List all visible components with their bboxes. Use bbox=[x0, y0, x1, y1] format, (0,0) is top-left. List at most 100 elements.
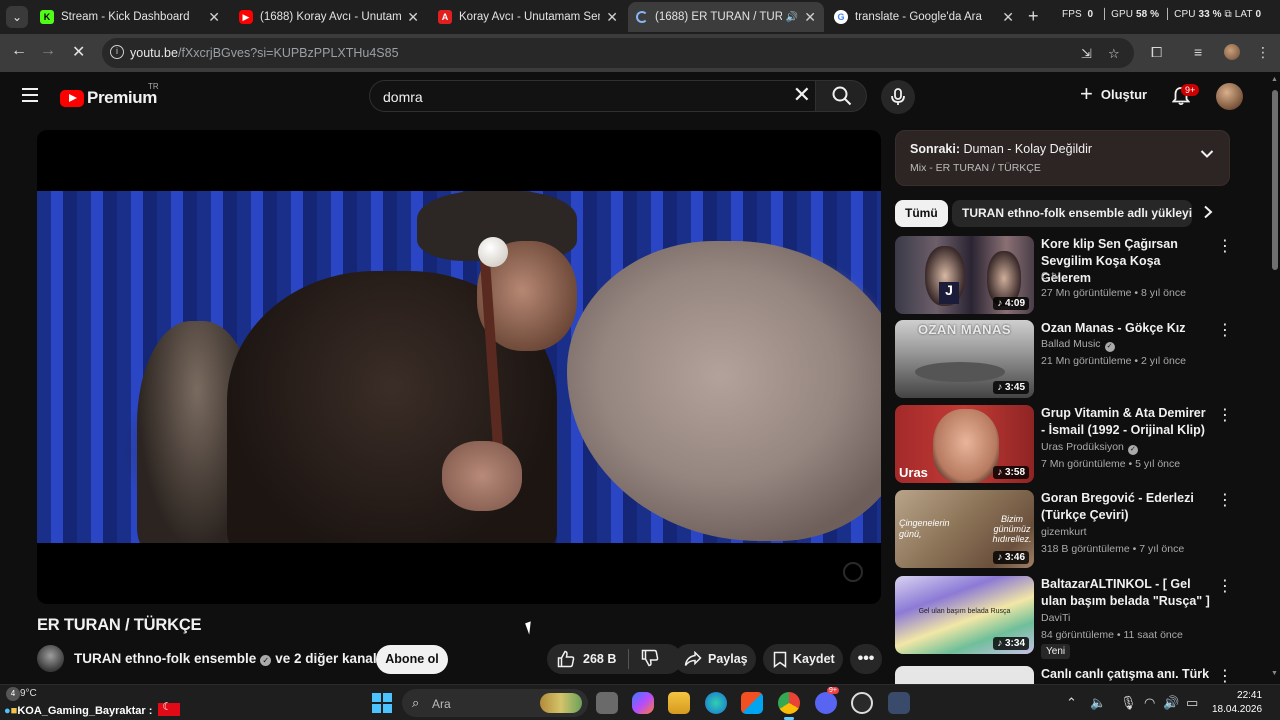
chevron-down-icon[interactable] bbox=[1200, 146, 1214, 162]
install-app-icon[interactable]: ⇲ bbox=[1081, 46, 1092, 62]
channel-watermark-icon[interactable] bbox=[843, 562, 863, 582]
dislike-button[interactable] bbox=[641, 649, 659, 670]
scroll-up-arrow-icon[interactable]: ▲ bbox=[1271, 76, 1278, 83]
tab-google-translate-search[interactable]: G translate - Google'da Ara ✕ bbox=[826, 4, 1022, 30]
forward-arrow-icon[interactable]: → bbox=[40, 42, 56, 60]
rec-channel-row[interactable]: Uras Prodüksiyon ✓ bbox=[1041, 441, 1138, 455]
guide-menu-icon[interactable] bbox=[22, 88, 38, 102]
rec-channel[interactable]: Ballad Music bbox=[1041, 338, 1101, 350]
vertical-dots-icon[interactable]: ⋮ bbox=[1217, 236, 1233, 256]
vertical-dots-icon[interactable]: ⋮ bbox=[1217, 405, 1233, 425]
close-tab-icon[interactable]: ✕ bbox=[1002, 9, 1014, 26]
chrome-menu-icon[interactable]: ⋮ bbox=[1256, 44, 1270, 61]
account-avatar[interactable] bbox=[1216, 83, 1243, 110]
task-view-icon[interactable] bbox=[596, 692, 618, 714]
battery-icon[interactable]: ▭ bbox=[1186, 695, 1198, 711]
bookmark-star-icon[interactable]: ☆ bbox=[1108, 46, 1120, 62]
windows-start-icon[interactable] bbox=[372, 693, 392, 713]
voice-search-button[interactable] bbox=[881, 80, 915, 114]
microphone-tray-icon[interactable]: 🎙 bbox=[1120, 695, 1137, 711]
page-scrollbar[interactable]: ▲ ▼ bbox=[1270, 72, 1280, 684]
close-tab-icon[interactable]: ✕ bbox=[804, 9, 816, 26]
channel-name-row[interactable]: TURAN ethno-folk ensemble ✓ ve 2 diğer kan… bbox=[74, 651, 377, 666]
scrollbar-thumb[interactable] bbox=[1272, 90, 1278, 270]
create-button[interactable]: + Oluştur bbox=[1080, 83, 1147, 105]
new-tab-button[interactable]: + bbox=[1028, 6, 1039, 27]
tab-kick-dashboard[interactable]: K Stream - Kick Dashboard ✕ bbox=[32, 4, 228, 30]
audio-app-icon[interactable] bbox=[888, 692, 910, 714]
volume-icon[interactable]: 🔊 bbox=[1163, 695, 1179, 711]
recommended-video[interactable]: OZAN MANAS ♪ 3:45 Ozan Manas - Gökçe Kız… bbox=[895, 320, 1235, 400]
vertical-dots-icon[interactable]: ⋮ bbox=[1217, 666, 1233, 684]
taskbar-search[interactable]: ⌕ Ara bbox=[402, 689, 588, 717]
rec-title[interactable]: Canlı canlı çatışma anı. Türk bbox=[1041, 666, 1211, 683]
youtube-premium-logo[interactable]: Premium TR bbox=[60, 82, 159, 108]
url-text[interactable]: youtu.be/fXxcrjBGves?si=KUPBzPPLXTHu4S85 bbox=[130, 46, 399, 60]
playlist-next-panel[interactable]: Sonraki: Duman - Kolay Değildir Mix - ER… bbox=[895, 130, 1230, 186]
site-info-icon[interactable]: i bbox=[110, 45, 124, 59]
tray-overflow-icon[interactable]: ⌃ bbox=[1066, 695, 1077, 711]
audio-playing-icon[interactable]: 🔊 bbox=[786, 12, 798, 23]
close-tab-icon[interactable]: ✕ bbox=[606, 9, 618, 26]
subscribe-button[interactable]: Abone ol bbox=[376, 645, 448, 674]
taskbar-clock[interactable]: 22:41 18.04.2026 bbox=[1212, 689, 1262, 717]
chevron-right-icon[interactable] bbox=[1203, 205, 1213, 222]
scroll-down-arrow-icon[interactable]: ▼ bbox=[1271, 670, 1278, 677]
recommended-video[interactable]: J ♪ 4:09 Kore klip Sen Çağırsan Sevgilim… bbox=[895, 236, 1235, 316]
reading-list-icon[interactable]: ≡ bbox=[1194, 44, 1202, 60]
rec-channel[interactable]: gizemkurt bbox=[1041, 526, 1087, 538]
file-explorer-icon[interactable] bbox=[668, 692, 690, 714]
rec-title[interactable]: Kore klip Sen Çağırsan Sevgilim Koşa Koş… bbox=[1041, 236, 1211, 287]
rec-channel[interactable]: DaviTi bbox=[1041, 612, 1070, 624]
tab-koray-avci-youtube[interactable]: ▶ (1688) Koray Avcı - Unutamam ✕ bbox=[231, 4, 427, 30]
edge-icon[interactable] bbox=[705, 692, 727, 714]
obs-icon[interactable] bbox=[851, 692, 873, 714]
recommended-video[interactable]: Çingenelerin günü, Bizim günümüz hıdırel… bbox=[895, 490, 1235, 570]
rec-channel[interactable]: Uras Prodüksiyon bbox=[1041, 441, 1124, 453]
recommended-video[interactable]: Uras ♪ 3:58 Grup Vitamin & Ata Demirer -… bbox=[895, 405, 1235, 485]
address-bar[interactable]: i youtu.be/fXxcrjBGves?si=KUPBzPPLXTHu4S… bbox=[102, 38, 1134, 68]
more-actions-button[interactable]: ••• bbox=[850, 644, 882, 674]
video-thumbnail[interactable]: Uras ♪ 3:58 bbox=[895, 405, 1034, 483]
channel-avatar[interactable] bbox=[37, 645, 64, 672]
discord-icon[interactable]: 9+ bbox=[815, 687, 839, 714]
vertical-dots-icon[interactable]: ⋮ bbox=[1217, 576, 1233, 596]
speaker-icon[interactable]: 🔈 bbox=[1090, 695, 1106, 711]
chip-all[interactable]: Tümü bbox=[895, 200, 948, 227]
search-box[interactable]: domra ✕ bbox=[369, 80, 815, 112]
rec-title[interactable]: Goran Bregović - Ederlezi (Türkçe Çeviri… bbox=[1041, 490, 1211, 524]
extensions-icon[interactable]: ⧠ bbox=[1151, 44, 1162, 61]
close-tab-icon[interactable]: ✕ bbox=[407, 9, 419, 26]
close-tab-icon[interactable]: ✕ bbox=[208, 9, 220, 26]
save-button[interactable]: Kaydet bbox=[763, 644, 843, 674]
search-input[interactable]: domra bbox=[383, 89, 423, 105]
back-arrow-icon[interactable]: ← bbox=[11, 42, 27, 60]
copilot-icon[interactable] bbox=[632, 692, 654, 714]
video-thumbnail[interactable]: OZAN MANAS ♪ 3:45 bbox=[895, 320, 1034, 398]
store-icon[interactable] bbox=[741, 692, 763, 714]
tab-koray-avci-lyrics[interactable]: A Koray Avcı - Unutamam Seni - A ✕ bbox=[430, 4, 626, 30]
recommended-video[interactable]: Canlı canlı çatışma anı. Türk ⋮ bbox=[895, 666, 1235, 684]
rec-channel-row[interactable]: Ballad Music ✓ bbox=[1041, 338, 1115, 352]
tab-er-turan[interactable]: (1688) ER TURAN / TÜRKÇE 🔊 ✕ bbox=[628, 2, 824, 32]
rec-channel[interactable]: C tv bbox=[1041, 270, 1060, 282]
video-thumbnail[interactable]: Gel ulan başım belada Rusça ♪ 3:34 bbox=[895, 576, 1034, 654]
stop-loading-icon[interactable]: ✕ bbox=[72, 42, 85, 62]
clear-search-icon[interactable]: ✕ bbox=[793, 84, 811, 106]
chip-from-uploader[interactable]: TURAN ethno-folk ensemble adlı yükleyici bbox=[952, 200, 1192, 227]
like-button[interactable]: 268 B bbox=[547, 650, 616, 668]
rec-title[interactable]: Ozan Manas - Gökçe Kız bbox=[1041, 320, 1211, 337]
video-thumbnail[interactable]: Çingenelerin günü, Bizim günümüz hıdırel… bbox=[895, 490, 1034, 568]
vertical-dots-icon[interactable]: ⋮ bbox=[1217, 320, 1233, 340]
channel-collab-suffix[interactable]: ve 2 diğer kanal bbox=[275, 651, 376, 666]
video-thumbnail[interactable]: J ♪ 4:09 bbox=[895, 236, 1034, 314]
search-button[interactable] bbox=[815, 80, 867, 112]
channel-name[interactable]: TURAN ethno-folk ensemble bbox=[74, 651, 256, 666]
wifi-icon[interactable]: ◠ bbox=[1144, 695, 1155, 711]
recommended-video[interactable]: Gel ulan başım belada Rusça ♪ 3:34 Balta… bbox=[895, 576, 1235, 659]
video-player[interactable] bbox=[37, 130, 881, 604]
weather-widget[interactable]: 4 9°C bbox=[6, 687, 37, 701]
rec-title[interactable]: Grup Vitamin & Ata Demirer - İsmail (199… bbox=[1041, 405, 1211, 439]
video-thumbnail[interactable] bbox=[895, 666, 1034, 684]
chrome-icon[interactable] bbox=[778, 692, 800, 720]
